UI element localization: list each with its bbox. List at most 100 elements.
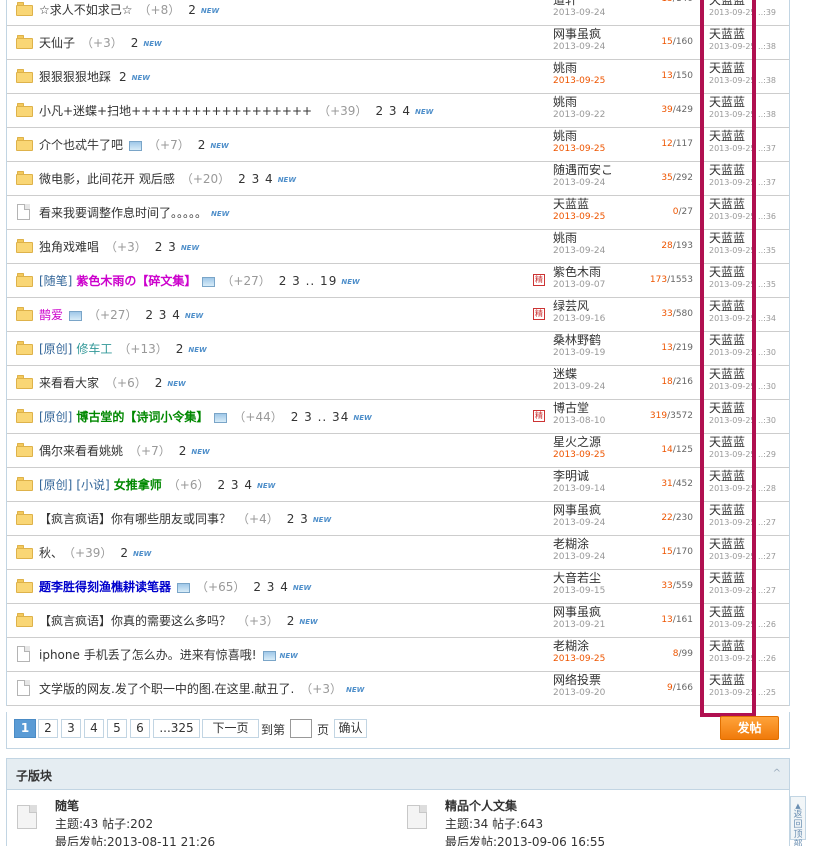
last-poster-link[interactable]: 天蓝蓝: [709, 468, 745, 484]
author-link[interactable]: 李明诚: [553, 468, 589, 484]
reply-count[interactable]: 12: [661, 139, 672, 149]
last-post-date[interactable]: 2013-09-25 ..:37: [709, 177, 776, 189]
author-link[interactable]: 姚雨: [553, 60, 577, 76]
last-post-date[interactable]: 2013-09-25 ..:30: [709, 347, 776, 359]
reply-count[interactable]: 173: [650, 275, 667, 285]
last-poster-link[interactable]: 天蓝蓝: [709, 638, 745, 654]
category-tag[interactable]: [小说]: [76, 478, 109, 492]
thread-page-links[interactable]: 2 3 4: [145, 308, 181, 322]
author-link[interactable]: 大音若尘: [553, 570, 601, 586]
last-post-date[interactable]: 2013-09-25 ..:26: [709, 653, 776, 665]
last-post-date[interactable]: 2013-09-25 ..:35: [709, 279, 776, 291]
author-link[interactable]: 网事虽疯: [553, 26, 601, 42]
last-post-date[interactable]: 2013-09-25 ..:38: [709, 109, 776, 121]
last-poster-link[interactable]: 天蓝蓝: [709, 672, 745, 688]
post-button[interactable]: 发帖: [720, 716, 779, 740]
thread-page-links[interactable]: 2: [287, 614, 296, 628]
last-post-date[interactable]: 2013-09-25 ..:30: [709, 415, 776, 427]
reply-count[interactable]: 39: [661, 105, 672, 115]
thread-title-link[interactable]: 看来我要调整作息时间了。。。。。: [39, 206, 207, 220]
thread-title-link[interactable]: 来看看大家: [39, 376, 99, 390]
last-poster-link[interactable]: 天蓝蓝: [709, 332, 745, 348]
author-link[interactable]: 随遇而安こ: [553, 162, 613, 178]
thread-title-link[interactable]: 微电影，此间花开 观后感: [39, 172, 175, 186]
reply-count[interactable]: 31: [661, 479, 672, 489]
thread-title-link[interactable]: 【疯言疯语】你有哪些朋友或同事？: [39, 512, 231, 526]
thread-page-links[interactable]: 2: [155, 376, 164, 390]
last-post-date[interactable]: 2013-09-25 ..:26: [709, 619, 776, 631]
thread-title-link[interactable]: 博古堂的【诗词小令集】: [76, 410, 208, 424]
last-poster-link[interactable]: 天蓝蓝: [709, 128, 745, 144]
last-poster-link[interactable]: 天蓝蓝: [709, 264, 745, 280]
author-link[interactable]: 老糊涂: [553, 638, 589, 654]
reply-count[interactable]: 28: [661, 241, 672, 251]
last-post-date[interactable]: 2013-09-25 ..:37: [709, 143, 776, 155]
last-post-date[interactable]: 2013-09-25 ..:30: [709, 381, 776, 393]
thread-page-links[interactable]: 2 3 4: [238, 172, 274, 186]
author-link[interactable]: 网事虽疯: [553, 502, 601, 518]
thread-title-link[interactable]: 介个也忒牛了吧: [39, 138, 123, 152]
back-to-top-button[interactable]: ▲ 返回顶部: [790, 796, 806, 846]
thread-page-links[interactable]: 2: [119, 70, 128, 84]
thread-page-links[interactable]: 2: [176, 342, 185, 356]
last-post-date[interactable]: 2013-09-25 ..:38: [709, 75, 776, 87]
reply-count[interactable]: 319: [650, 411, 667, 421]
page-link-4[interactable]: 4: [84, 719, 104, 738]
last-poster-link[interactable]: 天蓝蓝: [709, 298, 745, 314]
thread-page-links[interactable]: 2: [198, 138, 207, 152]
author-link[interactable]: 绿芸风: [553, 298, 589, 314]
last-poster-link[interactable]: 天蓝蓝: [709, 400, 745, 416]
thread-title-link[interactable]: ☆求人不如求己☆: [39, 3, 133, 17]
thread-page-links[interactable]: 2 3 .. 34: [291, 410, 350, 424]
category-tag[interactable]: [原创]: [39, 410, 72, 424]
page-link-5[interactable]: 5: [107, 719, 127, 738]
page-link-2[interactable]: 2: [38, 719, 58, 738]
thread-page-links[interactable]: 2 3 4: [375, 104, 411, 118]
author-link[interactable]: 姚雨: [553, 94, 577, 110]
last-poster-link[interactable]: 天蓝蓝: [709, 94, 745, 110]
reply-count[interactable]: 15: [661, 547, 672, 557]
last-poster-link[interactable]: 天蓝蓝: [709, 26, 745, 42]
subforum-name[interactable]: 随笔: [55, 797, 79, 814]
last-poster-link[interactable]: 天蓝蓝: [709, 60, 745, 76]
page-link-1[interactable]: 1: [14, 719, 36, 738]
reply-count[interactable]: 33: [661, 581, 672, 591]
author-link[interactable]: 老糊涂: [553, 536, 589, 552]
thread-page-links[interactable]: 2 3 4: [253, 580, 289, 594]
category-tag[interactable]: [随笔]: [39, 274, 72, 288]
thread-title-link[interactable]: 秋、: [39, 546, 63, 560]
reply-count[interactable]: 15: [661, 37, 672, 47]
last-poster-link[interactable]: 天蓝蓝: [709, 604, 745, 620]
last-poster-link[interactable]: 天蓝蓝: [709, 434, 745, 450]
reply-count[interactable]: 18: [661, 377, 672, 387]
last-poster-link[interactable]: 天蓝蓝: [709, 230, 745, 246]
last-poster-link[interactable]: 天蓝蓝: [709, 536, 745, 552]
thread-title-link[interactable]: iphone 手机丢了怎么办。进来有惊喜哦!: [39, 648, 257, 662]
last-post-date[interactable]: 2013-09-25 ..:34: [709, 313, 776, 325]
category-tag[interactable]: [原创]: [39, 478, 72, 492]
author-link[interactable]: 天蓝蓝: [553, 196, 589, 212]
thread-title-link[interactable]: 【疯言疯语】你真的需要这么多吗？: [39, 614, 231, 628]
last-poster-link[interactable]: 天蓝蓝: [709, 366, 745, 382]
last-post-date[interactable]: 2013-09-25 ..:35: [709, 245, 776, 257]
author-link[interactable]: 星火之源: [553, 434, 601, 450]
thread-title-link[interactable]: 修车工: [76, 342, 112, 356]
last-post-date[interactable]: 2013-09-25 ..:38: [709, 41, 776, 53]
thread-page-links[interactable]: 2: [131, 36, 140, 50]
author-link[interactable]: 姚雨: [553, 230, 577, 246]
thread-title-link[interactable]: 狠狠狠狠地踩: [39, 70, 111, 84]
author-link[interactable]: 紫色木雨: [553, 264, 601, 280]
next-page-button[interactable]: 下一页: [202, 719, 259, 738]
last-poster-link[interactable]: 天蓝蓝: [709, 162, 745, 178]
thread-title-link[interactable]: 文学版的网友.发了个职一中的图.在这里.献丑了.: [39, 682, 294, 696]
author-link[interactable]: 桑林野鹤: [553, 332, 601, 348]
page-link-3[interactable]: 3: [61, 719, 81, 738]
author-link[interactable]: 迷蝶: [553, 366, 577, 382]
thread-title-link[interactable]: 紫色木雨の【碎文集】: [76, 274, 196, 288]
thread-title-link[interactable]: 天仙子: [39, 36, 75, 50]
author-link[interactable]: 网络投票: [553, 672, 601, 688]
reply-count[interactable]: 22: [661, 513, 672, 523]
reply-count[interactable]: 13: [661, 0, 672, 4]
last-post-date[interactable]: 2013-09-25 ..:27: [709, 517, 776, 529]
thread-page-links[interactable]: 2 3: [155, 240, 177, 254]
